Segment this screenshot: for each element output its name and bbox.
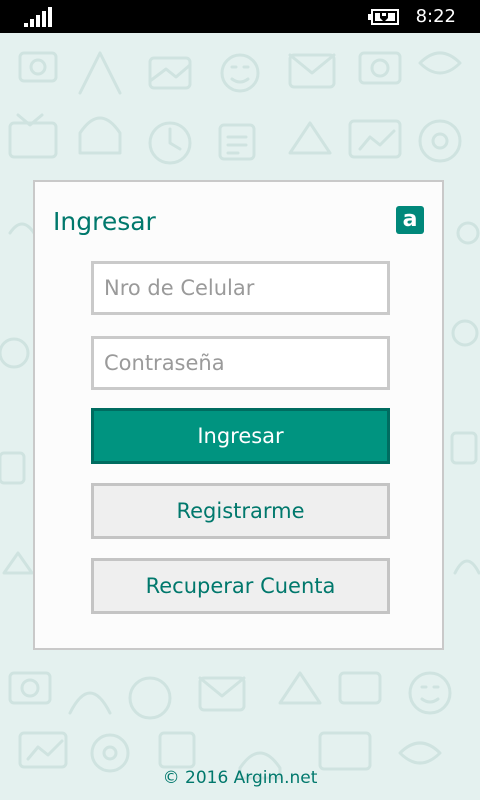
password-input[interactable] bbox=[91, 336, 390, 390]
battery-charging-icon bbox=[368, 9, 399, 25]
signal-bars-icon bbox=[24, 7, 52, 27]
login-title: Ingresar bbox=[53, 207, 156, 236]
copyright-footer: © 2016 Argim.net bbox=[162, 768, 318, 788]
login-button[interactable]: Ingresar bbox=[91, 408, 390, 464]
register-button[interactable]: Registrarme bbox=[91, 483, 390, 539]
recover-account-button[interactable]: Recuperar Cuenta bbox=[91, 558, 390, 614]
phone-number-input[interactable] bbox=[91, 261, 390, 315]
login-card: Ingresar a Ingresar Registrarme Recupera… bbox=[33, 180, 444, 650]
status-bar: 8:22 bbox=[0, 0, 480, 33]
argim-logo-icon: a bbox=[396, 206, 424, 234]
status-time: 8:22 bbox=[415, 6, 456, 27]
app-screen: 8:22 Ingresar a Nro de Celular Ingresar … bbox=[0, 0, 480, 800]
